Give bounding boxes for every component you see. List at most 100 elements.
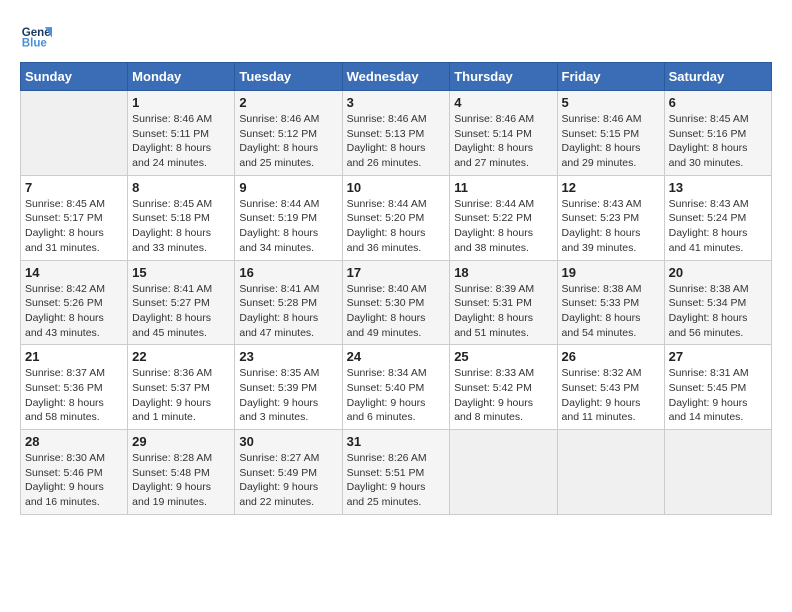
day-number: 5 [562, 95, 660, 110]
calendar-header: SundayMondayTuesdayWednesdayThursdayFrid… [21, 63, 772, 91]
day-cell: 16 Sunrise: 8:41 AMSunset: 5:28 PMDayligh… [235, 260, 342, 345]
day-number: 16 [239, 265, 337, 280]
day-cell: 26 Sunrise: 8:32 AMSunset: 5:43 PMDayligh… [557, 345, 664, 430]
day-number: 10 [347, 180, 446, 195]
day-cell: 23Sunrise: 8:35 AMSunset: 5:39 PMDayligh… [235, 345, 342, 430]
day-info: Sunrise: 8:46 AMSunset: 5:13 PMDaylight:… [347, 112, 446, 171]
day-number: 29 [132, 434, 230, 449]
day-info: Sunrise: 8:34 AMSunset: 5:40 PMDaylight:… [347, 366, 446, 425]
day-number: 22 [132, 349, 230, 364]
calendar-body: 1 Sunrise: 8:46 AMSunset: 5:11 PMDaylight… [21, 91, 772, 515]
day-number: 26 [562, 349, 660, 364]
day-number: 25 [454, 349, 552, 364]
day-info: Sunrise: 8:38 AMSunset: 5:34 PMDaylight:… [669, 282, 767, 341]
day-info: Sunrise: 8:45 AMSunset: 5:17 PMDaylight:… [25, 197, 123, 256]
day-info: Sunrise: 8:38 AMSunset: 5:33 PMDaylight:… [562, 282, 660, 341]
col-header-monday: Monday [128, 63, 235, 91]
col-header-saturday: Saturday [664, 63, 771, 91]
day-info: Sunrise: 8:33 AMSunset: 5:42 PMDaylight:… [454, 366, 552, 425]
day-info: Sunrise: 8:36 AMSunset: 5:37 PMDaylight:… [132, 366, 230, 425]
week-row-4: 21 Sunrise: 8:37 AMSunset: 5:36 PMDayligh… [21, 345, 772, 430]
day-number: 1 [132, 95, 230, 110]
day-info: Sunrise: 8:46 AMSunset: 5:15 PMDaylight:… [562, 112, 660, 171]
week-row-1: 1 Sunrise: 8:46 AMSunset: 5:11 PMDaylight… [21, 91, 772, 176]
day-number: 9 [239, 180, 337, 195]
day-info: Sunrise: 8:44 AMSunset: 5:22 PMDaylight:… [454, 197, 552, 256]
day-cell: 11 Sunrise: 8:44 AMSunset: 5:22 PMDayligh… [450, 175, 557, 260]
day-info: Sunrise: 8:45 AMSunset: 5:18 PMDaylight:… [132, 197, 230, 256]
day-cell: 27 Sunrise: 8:31 AMSunset: 5:45 PMDayligh… [664, 345, 771, 430]
day-cell: 1 Sunrise: 8:46 AMSunset: 5:11 PMDaylight… [128, 91, 235, 176]
col-header-friday: Friday [557, 63, 664, 91]
day-cell: 10 Sunrise: 8:44 AMSunset: 5:20 PMDayligh… [342, 175, 450, 260]
day-info: Sunrise: 8:46 AMSunset: 5:11 PMDaylight:… [132, 112, 230, 171]
day-info: Sunrise: 8:40 AMSunset: 5:30 PMDaylight:… [347, 282, 446, 341]
day-info: Sunrise: 8:30 AMSunset: 5:46 PMDaylight:… [25, 451, 123, 510]
page-header: General Blue [20, 20, 772, 52]
day-number: 8 [132, 180, 230, 195]
svg-text:Blue: Blue [22, 38, 48, 50]
col-header-thursday: Thursday [450, 63, 557, 91]
day-cell: 19 Sunrise: 8:38 AMSunset: 5:33 PMDayligh… [557, 260, 664, 345]
day-info: Sunrise: 8:46 AMSunset: 5:12 PMDaylight:… [239, 112, 337, 171]
day-info: Sunrise: 8:31 AMSunset: 5:45 PMDaylight:… [669, 366, 767, 425]
day-cell: 30 Sunrise: 8:27 AMSunset: 5:49 PMDayligh… [235, 430, 342, 515]
day-cell: 7 Sunrise: 8:45 AMSunset: 5:17 PMDaylight… [21, 175, 128, 260]
day-info: Sunrise: 8:41 AMSunset: 5:28 PMDaylight:… [239, 282, 337, 341]
day-number: 19 [562, 265, 660, 280]
day-info: Sunrise: 8:45 AMSunset: 5:16 PMDaylight:… [669, 112, 767, 171]
calendar-table: SundayMondayTuesdayWednesdayThursdayFrid… [20, 62, 772, 515]
day-info: Sunrise: 8:27 AMSunset: 5:49 PMDaylight:… [239, 451, 337, 510]
week-row-2: 7 Sunrise: 8:45 AMSunset: 5:17 PMDaylight… [21, 175, 772, 260]
day-cell: 5 Sunrise: 8:46 AMSunset: 5:15 PMDaylight… [557, 91, 664, 176]
day-cell: 18Sunrise: 8:39 AMSunset: 5:31 PMDayligh… [450, 260, 557, 345]
day-cell [557, 430, 664, 515]
day-cell: 25 Sunrise: 8:33 AMSunset: 5:42 PMDayligh… [450, 345, 557, 430]
day-cell [664, 430, 771, 515]
day-number: 20 [669, 265, 767, 280]
day-number: 13 [669, 180, 767, 195]
day-number: 2 [239, 95, 337, 110]
day-number: 15 [132, 265, 230, 280]
day-info: Sunrise: 8:44 AMSunset: 5:19 PMDaylight:… [239, 197, 337, 256]
day-cell: 13 Sunrise: 8:43 AMSunset: 5:24 PMDayligh… [664, 175, 771, 260]
day-info: Sunrise: 8:43 AMSunset: 5:24 PMDaylight:… [669, 197, 767, 256]
day-cell [450, 430, 557, 515]
day-cell: 8 Sunrise: 8:45 AMSunset: 5:18 PMDaylight… [128, 175, 235, 260]
day-cell [21, 91, 128, 176]
day-number: 31 [347, 434, 446, 449]
day-number: 4 [454, 95, 552, 110]
day-number: 24 [347, 349, 446, 364]
day-number: 23 [239, 349, 337, 364]
day-info: Sunrise: 8:26 AMSunset: 5:51 PMDaylight:… [347, 451, 446, 510]
day-info: Sunrise: 8:43 AMSunset: 5:23 PMDaylight:… [562, 197, 660, 256]
day-cell: 4 Sunrise: 8:46 AMSunset: 5:14 PMDaylight… [450, 91, 557, 176]
day-cell: 2 Sunrise: 8:46 AMSunset: 5:12 PMDaylight… [235, 91, 342, 176]
day-info: Sunrise: 8:39 AMSunset: 5:31 PMDaylight:… [454, 282, 552, 341]
week-row-5: 28 Sunrise: 8:30 AMSunset: 5:46 PMDayligh… [21, 430, 772, 515]
day-number: 27 [669, 349, 767, 364]
day-cell: 28 Sunrise: 8:30 AMSunset: 5:46 PMDayligh… [21, 430, 128, 515]
day-number: 7 [25, 180, 123, 195]
day-info: Sunrise: 8:37 AMSunset: 5:36 PMDaylight:… [25, 366, 123, 425]
day-info: Sunrise: 8:41 AMSunset: 5:27 PMDaylight:… [132, 282, 230, 341]
day-number: 28 [25, 434, 123, 449]
day-cell: 29 Sunrise: 8:28 AMSunset: 5:48 PMDayligh… [128, 430, 235, 515]
day-number: 3 [347, 95, 446, 110]
day-cell: 17Sunrise: 8:40 AMSunset: 5:30 PMDayligh… [342, 260, 450, 345]
day-number: 11 [454, 180, 552, 195]
day-number: 14 [25, 265, 123, 280]
col-header-sunday: Sunday [21, 63, 128, 91]
day-cell: 24 Sunrise: 8:34 AMSunset: 5:40 PMDayligh… [342, 345, 450, 430]
day-cell: 6Sunrise: 8:45 AMSunset: 5:16 PMDaylight… [664, 91, 771, 176]
day-info: Sunrise: 8:44 AMSunset: 5:20 PMDaylight:… [347, 197, 446, 256]
day-cell: 22 Sunrise: 8:36 AMSunset: 5:37 PMDayligh… [128, 345, 235, 430]
day-number: 30 [239, 434, 337, 449]
day-cell: 3 Sunrise: 8:46 AMSunset: 5:13 PMDaylight… [342, 91, 450, 176]
day-info: Sunrise: 8:32 AMSunset: 5:43 PMDaylight:… [562, 366, 660, 425]
day-info: Sunrise: 8:46 AMSunset: 5:14 PMDaylight:… [454, 112, 552, 171]
day-cell: 15 Sunrise: 8:41 AMSunset: 5:27 PMDayligh… [128, 260, 235, 345]
day-number: 21 [25, 349, 123, 364]
day-info: Sunrise: 8:28 AMSunset: 5:48 PMDaylight:… [132, 451, 230, 510]
day-cell: 9 Sunrise: 8:44 AMSunset: 5:19 PMDaylight… [235, 175, 342, 260]
